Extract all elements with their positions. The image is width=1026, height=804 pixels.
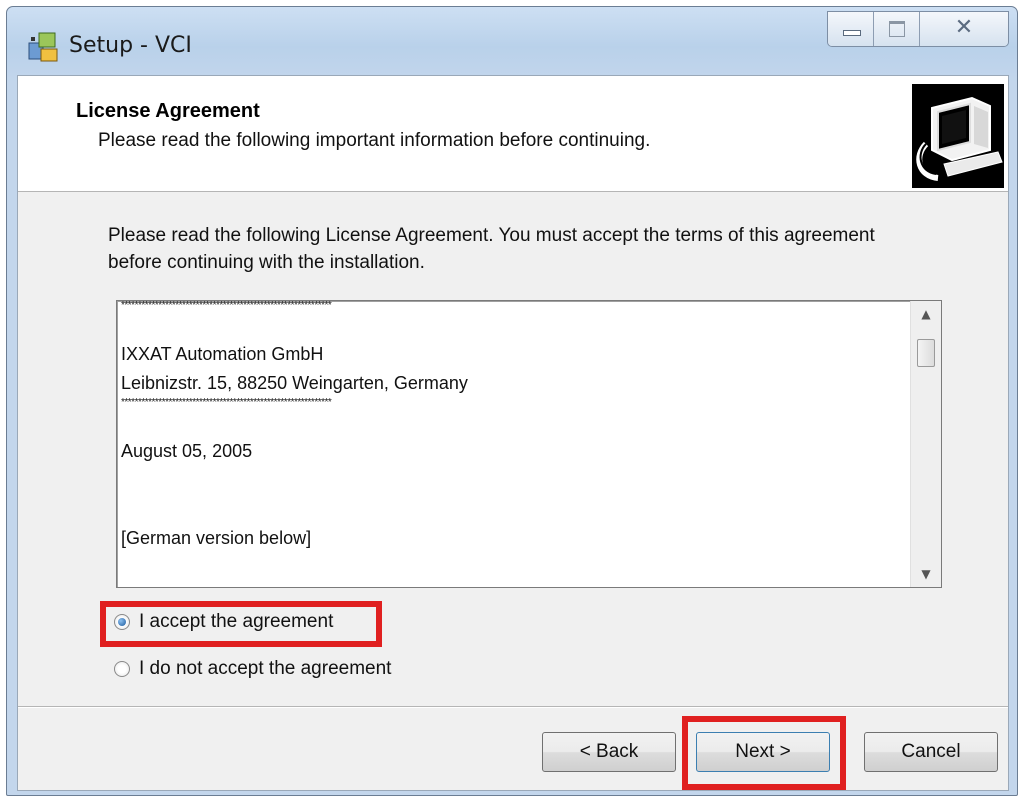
computer-install-icon bbox=[912, 84, 1004, 188]
button-separator bbox=[18, 706, 1008, 708]
license-separator: ****************************************… bbox=[121, 301, 332, 311]
license-intro-text: Please read the following License Agreem… bbox=[108, 225, 875, 273]
decline-agreement-label[interactable]: I do not accept the agreement bbox=[139, 658, 391, 680]
maximize-button[interactable] bbox=[874, 12, 920, 46]
page-title: License Agreement bbox=[76, 100, 260, 122]
decline-agreement-radio[interactable]: I do not accept the agreement bbox=[114, 654, 391, 684]
license-line bbox=[121, 408, 901, 437]
next-button[interactable]: Next > bbox=[696, 732, 830, 772]
minimize-button[interactable] bbox=[828, 12, 874, 46]
scroll-up-icon[interactable]: ▲ bbox=[911, 301, 941, 327]
caption-buttons: ✕ bbox=[827, 11, 1009, 47]
cancel-button[interactable]: Cancel bbox=[864, 732, 998, 772]
page-subtitle: Please read the following important info… bbox=[98, 130, 651, 151]
wizard-header: License Agreement Please read the follow… bbox=[18, 76, 1008, 192]
license-line bbox=[121, 311, 901, 340]
setup-installer-icon bbox=[28, 32, 58, 62]
title-bar[interactable]: Setup - VCI ✕ bbox=[7, 7, 1017, 75]
back-button[interactable]: < Back bbox=[542, 732, 676, 772]
accept-agreement-radio[interactable]: I accept the agreement bbox=[114, 607, 333, 637]
license-text: ****************************************… bbox=[121, 301, 901, 553]
license-line: Leibnizstr. 15, 88250 Weingarten, German… bbox=[121, 373, 468, 393]
close-icon: ✕ bbox=[954, 15, 974, 40]
window-title: Setup - VCI bbox=[69, 33, 192, 58]
license-scrollbar[interactable]: ▲ ▼ bbox=[910, 301, 941, 587]
license-line: [German version below] bbox=[121, 528, 312, 548]
license-text-box[interactable]: ****************************************… bbox=[116, 300, 942, 588]
scrollbar-thumb[interactable] bbox=[917, 339, 935, 367]
license-line: August 05, 2005 bbox=[121, 441, 253, 461]
setup-window: Setup - VCI ✕ License Agreement Please r… bbox=[6, 6, 1018, 796]
accept-agreement-label[interactable]: I accept the agreement bbox=[139, 611, 333, 633]
radio-unchecked-icon[interactable] bbox=[114, 661, 130, 677]
license-line bbox=[121, 495, 901, 524]
close-button[interactable]: ✕ bbox=[920, 12, 1008, 46]
license-separator: ****************************************… bbox=[121, 398, 332, 408]
wizard-client-area: License Agreement Please read the follow… bbox=[17, 75, 1009, 791]
scroll-down-icon[interactable]: ▼ bbox=[911, 561, 941, 587]
license-line: IXXAT Automation GmbH bbox=[121, 344, 324, 364]
license-line bbox=[121, 466, 901, 495]
radio-checked-icon[interactable] bbox=[114, 614, 130, 630]
